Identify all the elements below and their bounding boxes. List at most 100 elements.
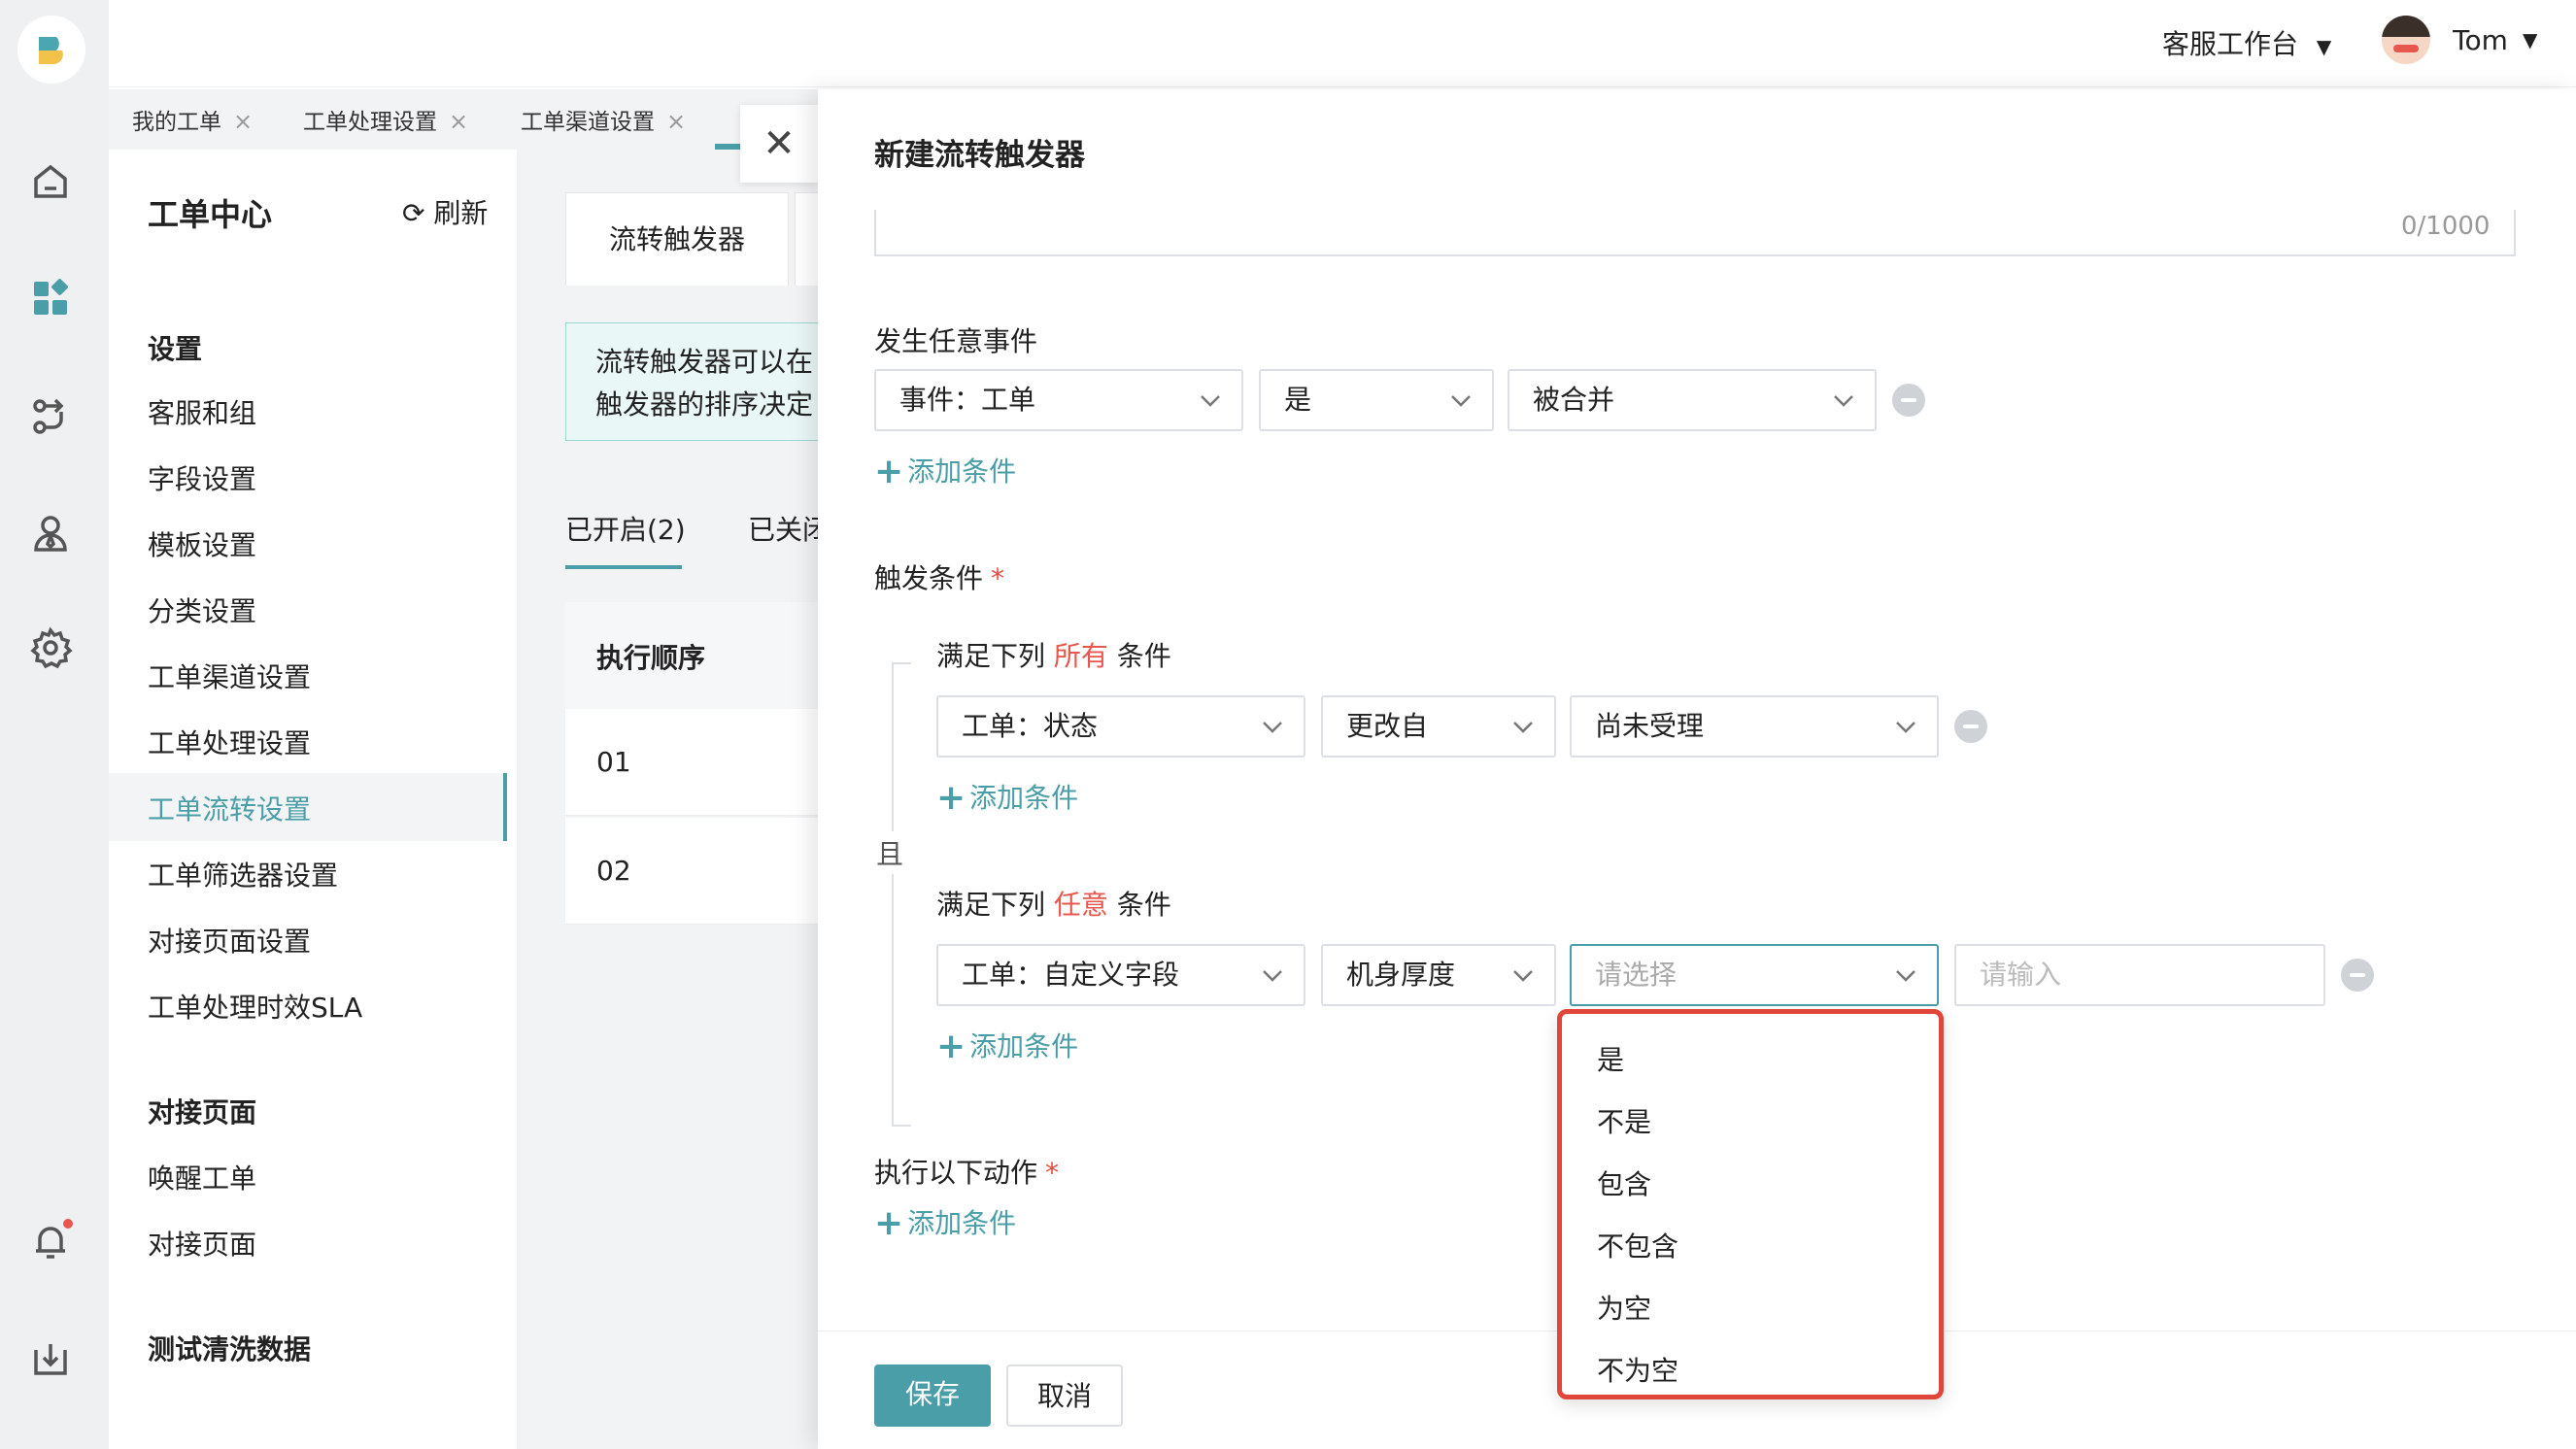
option-not-contains[interactable]: 不包含 bbox=[1597, 1226, 1678, 1264]
option-empty[interactable]: 为空 bbox=[1597, 1288, 1651, 1327]
sidebar-item-wake[interactable]: 唤醒工单 bbox=[148, 1158, 256, 1196]
all-value-select[interactable]: 尚未受理 bbox=[1570, 695, 1939, 758]
all-field-select[interactable]: 工单：状态 bbox=[936, 695, 1305, 758]
remove-condition-icon[interactable] bbox=[1892, 384, 1925, 417]
tab-flow-trigger[interactable]: 流转触发器 bbox=[565, 192, 789, 286]
workspace-switcher[interactable]: 客服工作台 ▼ bbox=[2162, 23, 2331, 62]
input-placeholder: 请输入 bbox=[1980, 959, 2062, 991]
heading-keyword: 所有 bbox=[1053, 640, 1108, 672]
add-condition-button[interactable]: + 添加条件 bbox=[936, 1026, 1078, 1066]
heading-keyword: 任意 bbox=[1053, 889, 1108, 921]
close-icon[interactable]: × bbox=[233, 108, 253, 135]
modal-close-button[interactable]: ✕ bbox=[740, 105, 818, 183]
group-bracket bbox=[892, 662, 911, 1127]
sidebar-item-agents[interactable]: 客服和组 bbox=[148, 392, 256, 431]
action-label-text: 执行以下动作 bbox=[874, 1157, 1038, 1189]
sidebar-title: 工单中心 bbox=[148, 196, 273, 233]
close-icon[interactable]: × bbox=[449, 108, 468, 135]
any-operator-select[interactable]: 请选择 bbox=[1570, 944, 1939, 1006]
caret-down-icon: ▼ bbox=[2316, 35, 2332, 58]
refresh-label: 刷新 bbox=[433, 197, 489, 229]
chevron-down-icon bbox=[1201, 395, 1220, 407]
group-any-heading: 满足下列 任意 条件 bbox=[936, 884, 1171, 923]
trigger-label: 触发条件 * bbox=[874, 557, 1004, 596]
option-is[interactable]: 是 bbox=[1597, 1039, 1624, 1078]
user-name: Tom bbox=[2453, 23, 2508, 56]
option-not-empty[interactable]: 不为空 bbox=[1597, 1350, 1678, 1389]
select-value: 机身厚度 bbox=[1346, 959, 1456, 991]
description-textarea[interactable] bbox=[874, 210, 2516, 256]
group-all-heading: 满足下列 所有 条件 bbox=[936, 635, 1171, 674]
top-bar: 客服工作台 ▼ Tom ▼ bbox=[109, 0, 2576, 87]
select-value: 工单：自定义字段 bbox=[962, 959, 1180, 991]
sidebar-item-categories[interactable]: 分类设置 bbox=[148, 590, 256, 629]
tab-ticket-processing[interactable]: 工单处理设置 × bbox=[303, 103, 468, 136]
any-field-select[interactable]: 工单：自定义字段 bbox=[936, 944, 1305, 1006]
event-operator-select[interactable]: 是 bbox=[1259, 369, 1494, 431]
option-is-not[interactable]: 不是 bbox=[1597, 1101, 1651, 1140]
sidebar-item-templates[interactable]: 模板设置 bbox=[148, 524, 256, 563]
remove-condition-icon[interactable] bbox=[2341, 959, 2374, 992]
plus-icon: + bbox=[874, 1203, 904, 1243]
notice-line: 流转触发器可以在 bbox=[595, 346, 814, 378]
add-action-button[interactable]: + 添加条件 bbox=[874, 1202, 1016, 1243]
close-icon[interactable]: × bbox=[666, 108, 686, 135]
cancel-button[interactable]: 取消 bbox=[1006, 1365, 1123, 1427]
sidebar-item-dock-page[interactable]: 对接页面 bbox=[148, 1224, 256, 1263]
select-value: 被合并 bbox=[1533, 384, 1615, 416]
plus-icon: + bbox=[874, 452, 904, 491]
plus-icon: + bbox=[936, 1027, 966, 1066]
home-icon[interactable] bbox=[24, 155, 77, 208]
any-subfield-select[interactable]: 机身厚度 bbox=[1321, 944, 1556, 1006]
event-field-select[interactable]: 事件：工单 bbox=[874, 369, 1243, 431]
subtab-enabled[interactable]: 已开启(2) bbox=[565, 509, 686, 548]
sidebar-item-channels[interactable]: 工单渠道设置 bbox=[148, 657, 311, 695]
chevron-down-icon bbox=[1263, 970, 1282, 982]
action-label: 执行以下动作 * bbox=[874, 1152, 1059, 1191]
section-header-test-data[interactable]: 测试清洗数据 bbox=[148, 1329, 311, 1367]
download-icon[interactable] bbox=[24, 1332, 77, 1385]
settings-icon[interactable] bbox=[24, 622, 77, 674]
char-counter: 0/1000 bbox=[2401, 212, 2491, 241]
add-condition-button[interactable]: + 添加条件 bbox=[936, 777, 1078, 818]
subtab-disabled[interactable]: 已关闭 bbox=[748, 509, 818, 548]
heading-suffix: 条件 bbox=[1116, 640, 1171, 672]
sidebar-item-fields[interactable]: 字段设置 bbox=[148, 458, 256, 497]
sidebar-item-processing[interactable]: 工单处理设置 bbox=[148, 723, 311, 761]
remove-condition-icon[interactable] bbox=[1954, 710, 1987, 743]
avatar bbox=[2382, 16, 2430, 64]
add-condition-button[interactable]: + 添加条件 bbox=[874, 451, 1016, 491]
sidebar-item-sla[interactable]: 工单处理时效SLA bbox=[148, 987, 362, 1026]
section-header-dock: 对接页面 bbox=[148, 1096, 257, 1129]
apps-icon[interactable] bbox=[24, 272, 77, 324]
tab-ticket-channel[interactable]: 工单渠道设置 × bbox=[521, 103, 686, 136]
chevron-down-icon bbox=[1263, 722, 1282, 733]
option-contains[interactable]: 包含 bbox=[1597, 1163, 1651, 1202]
user-menu[interactable]: Tom ▼ bbox=[2382, 16, 2537, 64]
add-label: 添加条件 bbox=[907, 1207, 1017, 1239]
sidebar: 工单中心 ⟳ 刷新 设置 客服和组 字段设置 模板设置 分类设置 工单渠道设置 … bbox=[109, 150, 517, 1449]
all-operator-select[interactable]: 更改自 bbox=[1321, 695, 1556, 758]
save-button[interactable]: 保存 bbox=[874, 1365, 991, 1427]
row-order: 02 bbox=[596, 855, 631, 887]
app-logo[interactable] bbox=[17, 16, 85, 84]
chevron-down-icon bbox=[1513, 722, 1533, 733]
trigger-list-panel: 流转触发器 流转触发器可以在 触发器的排序决定 已开启(2) 已关闭 执行顺序 … bbox=[517, 150, 818, 1449]
sidebar-item-dock-page-settings[interactable]: 对接页面设置 bbox=[148, 921, 311, 960]
event-value-select[interactable]: 被合并 bbox=[1508, 369, 1877, 431]
workspace-label: 客服工作台 bbox=[2162, 28, 2299, 60]
select-value: 尚未受理 bbox=[1595, 710, 1705, 742]
tab-label: 我的工单 bbox=[132, 110, 221, 135]
tab-my-tickets[interactable]: 我的工单 × bbox=[132, 103, 253, 136]
tab-label: 工单处理设置 bbox=[303, 110, 437, 135]
flow-icon[interactable] bbox=[24, 390, 77, 443]
heading-suffix: 条件 bbox=[1116, 889, 1171, 921]
any-value-input[interactable]: 请输入 bbox=[1954, 944, 2325, 1006]
user-icon[interactable] bbox=[24, 507, 77, 559]
notice-line: 触发器的排序决定 bbox=[595, 388, 814, 421]
bell-icon[interactable] bbox=[24, 1214, 77, 1266]
sidebar-item-flow[interactable]: 工单流转设置 bbox=[148, 789, 311, 827]
group-connector: 且 bbox=[876, 831, 904, 874]
refresh-button[interactable]: ⟳ 刷新 bbox=[402, 192, 488, 231]
sidebar-item-filters[interactable]: 工单筛选器设置 bbox=[148, 855, 338, 893]
